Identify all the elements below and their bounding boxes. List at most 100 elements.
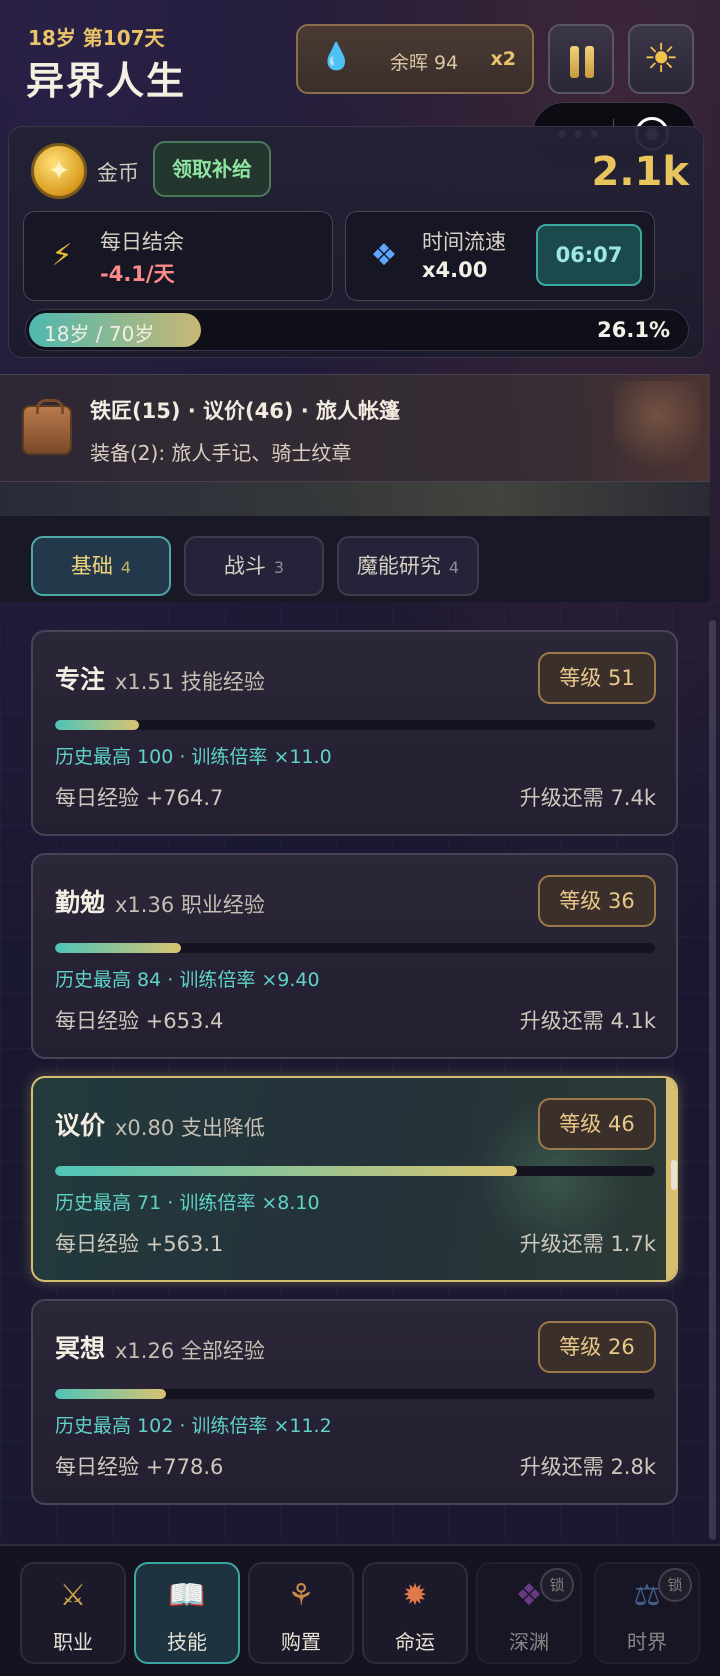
claim-supply-button[interactable]: 领取补给 xyxy=(153,141,271,197)
sun-gear-icon: ☀ xyxy=(643,36,679,82)
tab-count: 4 xyxy=(120,558,132,577)
nav-label: 职业 xyxy=(53,1630,93,1654)
coin-lightning-icon: ⚡ xyxy=(51,238,73,273)
skill-history: 历史最高 100 · 训练倍率 ×11.0 xyxy=(55,746,332,768)
character-portrait xyxy=(614,381,700,479)
scrollbar[interactable] xyxy=(709,620,716,1540)
ember-multiplier: x2 xyxy=(490,48,516,70)
crystal-icon: ❖ xyxy=(370,238,398,273)
scroll-indicator xyxy=(671,1160,677,1190)
nav-label: 技能 xyxy=(167,1630,207,1654)
skill-progress-fill xyxy=(55,1389,166,1399)
age-day-label: 18岁 第107天 xyxy=(28,26,165,50)
ember-label: 余晖 94 xyxy=(390,52,459,74)
inventory-summary: 铁匠(15) · 议价(46) · 旅人帐篷 xyxy=(90,399,401,423)
speed-timer-button[interactable]: 06:07 xyxy=(536,224,642,286)
tab-magic-research[interactable]: 魔能研究 4 xyxy=(337,536,479,596)
nav-time-realm[interactable]: ⚖ 时界 锁 xyxy=(594,1562,700,1664)
skill-history: 历史最高 84 · 训练倍率 ×9.40 xyxy=(55,969,320,991)
skill-history: 历史最高 71 · 训练倍率 ×8.10 xyxy=(55,1192,320,1214)
skill-name: 勤勉 xyxy=(55,888,106,917)
skill-card-diligence[interactable]: 勤勉 x1.36 职业经验 等级 36 历史最高 84 · 训练倍率 ×9.40… xyxy=(31,853,678,1059)
tab-label: 魔能研究 xyxy=(356,554,441,578)
merchant-bag-icon: ⚘ xyxy=(287,1578,315,1613)
skill-daily-exp: 每日经验 +653.4 xyxy=(55,1009,224,1033)
skill-card-focus[interactable]: 专注 x1.51 技能经验 等级 51 历史最高 100 · 训练倍率 ×11.… xyxy=(31,630,678,836)
skill-progress-bar xyxy=(55,1166,655,1176)
skill-name: 专注 xyxy=(55,665,106,694)
skill-daily-exp: 每日经验 +764.7 xyxy=(55,786,224,810)
nav-label: 命运 xyxy=(395,1630,435,1654)
tab-count: 4 xyxy=(448,558,460,577)
nav-fate[interactable]: ✹ 命运 xyxy=(362,1562,468,1664)
skill-multiplier: x1.26 全部经验 xyxy=(115,1339,265,1363)
tab-count: 3 xyxy=(273,558,285,577)
skill-progress-fill xyxy=(55,943,181,953)
skill-history: 历史最高 102 · 训练倍率 ×11.2 xyxy=(55,1415,332,1437)
skill-category-tabs: 基础 4 战斗 3 魔能研究 4 xyxy=(0,516,710,602)
skill-progress-fill xyxy=(55,720,139,730)
nav-label: 时界 xyxy=(627,1630,667,1654)
daily-balance-card: ⚡ 每日结余 -4.1/天 xyxy=(23,211,333,301)
life-progress-bar: 18岁 / 70岁 26.1% xyxy=(25,309,689,351)
time-speed-value: x4.00 xyxy=(422,258,488,282)
skill-progress-bar xyxy=(55,943,655,953)
equipment-summary: 装备(2): 旅人手记、骑士纹章 xyxy=(90,441,352,465)
nav-purchase[interactable]: ⚘ 购置 xyxy=(248,1562,354,1664)
tab-label: 基础 xyxy=(70,554,113,578)
gold-amount: 2.1k xyxy=(591,149,689,195)
fate-wheel-icon: ✹ xyxy=(402,1578,428,1613)
skill-level-badge: 等级 51 xyxy=(538,652,656,704)
ember-resource-button[interactable]: 💧 余晖 94 x2 xyxy=(296,24,534,94)
nav-skills[interactable]: 📖 技能 xyxy=(134,1562,240,1664)
time-speed-card[interactable]: ❖ 时间流速 x4.00 06:07 xyxy=(345,211,655,301)
skill-name: 冥想 xyxy=(55,1334,106,1363)
time-speed-label: 时间流速 xyxy=(422,230,506,254)
life-progress-percent: 26.1% xyxy=(597,318,670,342)
nav-abyss[interactable]: ❖ 深渊 锁 xyxy=(476,1562,582,1664)
skill-multiplier: x1.36 职业经验 xyxy=(115,893,265,917)
tab-combat[interactable]: 战斗 3 xyxy=(184,536,324,596)
pause-button[interactable] xyxy=(548,24,614,94)
spellbook-icon: 📖 xyxy=(168,1578,206,1613)
skill-daily-exp: 每日经验 +563.1 xyxy=(55,1232,224,1256)
coin-label: 金币 xyxy=(97,161,139,185)
skill-progress-bar xyxy=(55,720,655,730)
skill-exp-needed: 升级还需 7.4k xyxy=(519,786,656,810)
tab-label: 战斗 xyxy=(223,554,266,578)
skill-multiplier: x1.51 技能经验 xyxy=(115,670,265,694)
pause-icon xyxy=(570,46,579,78)
skill-card-meditation[interactable]: 冥想 x1.26 全部经验 等级 26 历史最高 102 · 训练倍率 ×11.… xyxy=(31,1299,678,1505)
shield-sword-icon: ⚔ xyxy=(59,1578,87,1613)
bottom-navigation: ⚔ 职业 📖 技能 ⚘ 购置 ✹ 命运 ❖ 深渊 锁 ⚖ 时界 锁 xyxy=(0,1544,720,1676)
inventory-strip[interactable]: 铁匠(15) · 议价(46) · 旅人帐篷 装备(2): 旅人手记、骑士纹章 xyxy=(0,374,710,482)
map-decoration xyxy=(0,482,710,516)
skill-exp-needed: 升级还需 4.1k xyxy=(519,1009,656,1033)
skill-card-bargain[interactable]: 议价 x0.80 支出降低 等级 46 历史最高 71 · 训练倍率 ×8.10… xyxy=(31,1076,678,1282)
nav-label: 深渊 xyxy=(509,1630,549,1654)
tab-basic[interactable]: 基础 4 xyxy=(31,536,171,596)
skill-progress-fill xyxy=(55,1166,517,1176)
settings-button[interactable]: ☀ xyxy=(628,24,694,94)
skill-progress-bar xyxy=(55,1389,655,1399)
flame-icon: 💧 xyxy=(320,42,353,72)
coin-icon: ✦ xyxy=(31,143,87,199)
daily-balance-label: 每日结余 xyxy=(100,230,184,254)
skill-level-badge: 等级 46 xyxy=(538,1098,656,1150)
skill-multiplier: x0.80 支出降低 xyxy=(115,1116,265,1140)
status-panel: ✦ 金币 领取补给 2.1k ⚡ 每日结余 -4.1/天 ❖ 时间流速 x4.0… xyxy=(8,126,704,358)
pause-icon-bar xyxy=(585,46,594,78)
life-progress-text: 18岁 / 70岁 xyxy=(44,322,155,346)
skill-daily-exp: 每日经验 +778.6 xyxy=(55,1455,224,1479)
skill-level-badge: 等级 36 xyxy=(538,875,656,927)
nav-label: 购置 xyxy=(281,1630,321,1654)
backpack-icon xyxy=(22,399,72,455)
skill-exp-needed: 升级还需 2.8k xyxy=(519,1455,656,1479)
skill-name: 议价 xyxy=(55,1111,106,1140)
lock-icon: 锁 xyxy=(658,1568,692,1602)
nav-career[interactable]: ⚔ 职业 xyxy=(20,1562,126,1664)
skill-level-badge: 等级 26 xyxy=(538,1321,656,1373)
top-header: 18岁 第107天 异界人生 💧 余晖 94 x2 ☀ xyxy=(0,0,720,118)
daily-balance-value: -4.1/天 xyxy=(100,262,175,286)
skill-exp-needed: 升级还需 1.7k xyxy=(519,1232,656,1256)
